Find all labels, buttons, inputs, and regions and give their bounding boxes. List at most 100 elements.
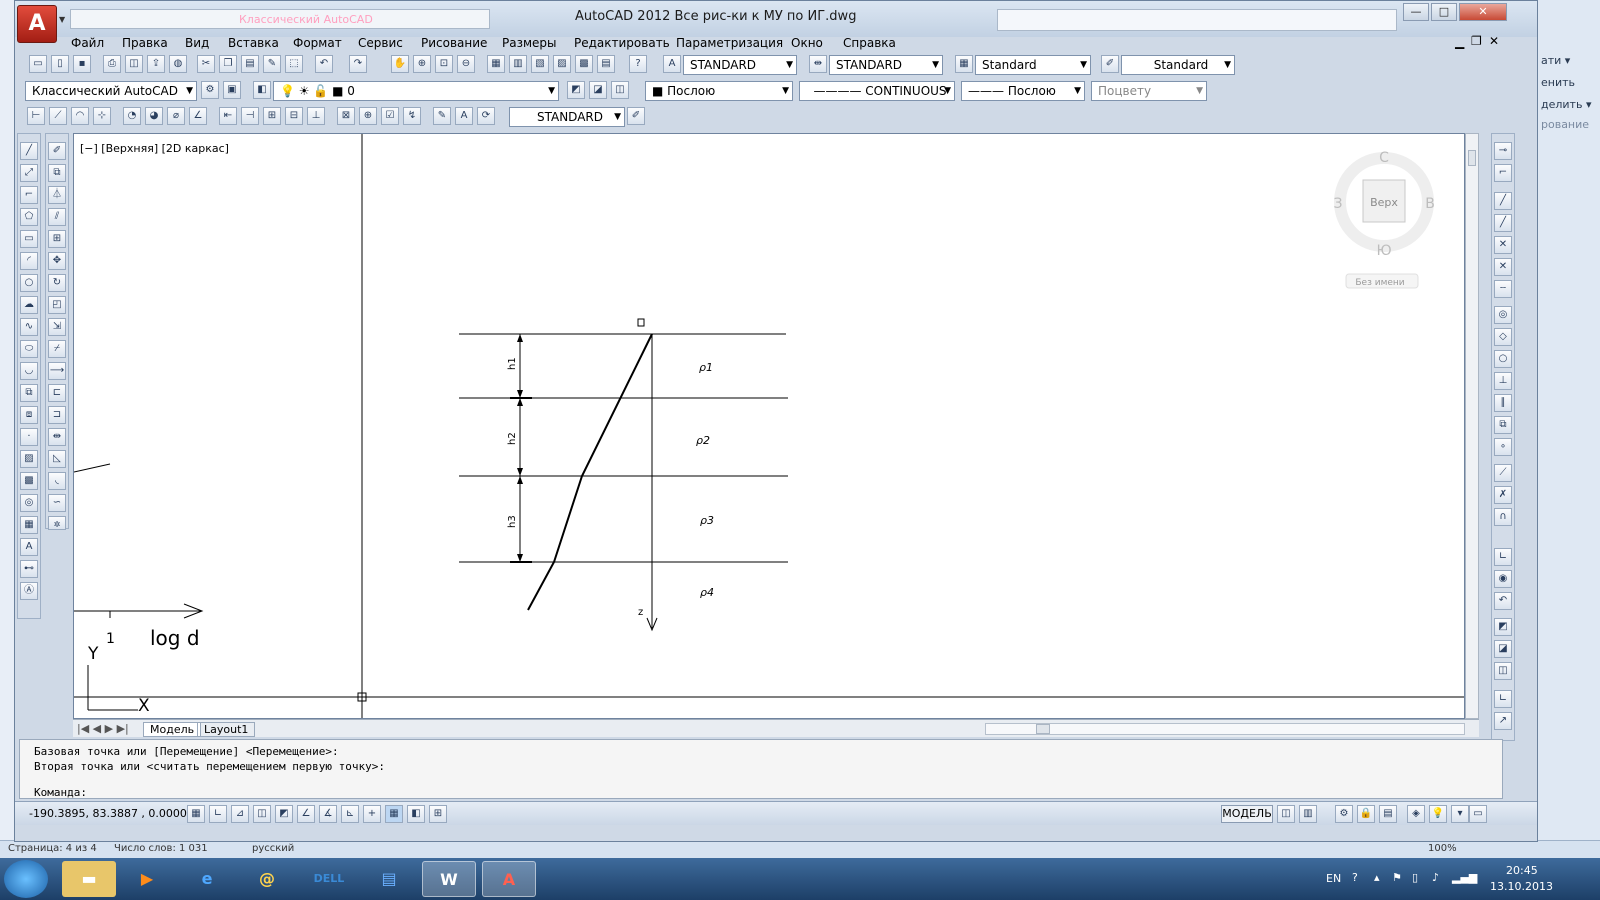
otrack-icon[interactable]: ∡ (319, 805, 337, 823)
zoom-realtime-icon[interactable]: ⊕ (413, 55, 431, 73)
move-icon[interactable]: ✥ (48, 252, 66, 270)
quick-view-layouts-icon[interactable]: ◫ (1277, 805, 1295, 823)
media-player-app-icon[interactable]: ▶ (120, 861, 174, 897)
save-app-icon[interactable]: ▤ (362, 861, 416, 897)
polygon-icon[interactable]: ⬠ (20, 208, 38, 226)
dim-update-icon[interactable]: ⟳ (477, 107, 495, 125)
offset-icon[interactable]: ⫽ (48, 208, 66, 226)
background-ribbon-item[interactable]: делить ▾ (1541, 98, 1591, 111)
menu-help[interactable]: Справка (843, 36, 896, 50)
word-app-icon[interactable]: W (422, 861, 476, 897)
gear-icon[interactable]: ⚙ (201, 81, 219, 99)
lock-icon[interactable]: 🔒 (1357, 805, 1375, 823)
text-style-select[interactable]: STANDARD ▼ (683, 55, 797, 75)
snap-tangent-icon[interactable]: ○ (1494, 350, 1512, 368)
point-icon[interactable]: · (20, 428, 38, 446)
dyn-input-icon[interactable]: + (363, 805, 381, 823)
make-block-icon[interactable]: ⧈ (20, 406, 38, 424)
snap-quadrant-icon[interactable]: ◇ (1494, 328, 1512, 346)
color-select[interactable]: ■ Послою ▼ (645, 81, 793, 101)
mleader-style-icon[interactable]: ✐ (1101, 55, 1119, 73)
status-menu-icon[interactable]: ▾ (1451, 805, 1469, 823)
gradient-icon[interactable]: ▩ (20, 472, 38, 490)
scale-icon[interactable]: ◰ (48, 296, 66, 314)
quickcalc-icon[interactable]: ▤ (597, 55, 615, 73)
region-icon[interactable]: ◎ (20, 494, 38, 512)
autocad-app-icon[interactable]: A (482, 861, 536, 897)
tolerance-icon[interactable]: ⊠ (337, 107, 355, 125)
new-file-icon[interactable]: ▭ (29, 55, 47, 73)
maximize-button[interactable]: □ (1431, 3, 1457, 21)
angular-dim-icon[interactable]: ∠ (189, 107, 207, 125)
match-properties-icon[interactable]: ✎ (263, 55, 281, 73)
polyline-icon[interactable]: ⌐ (20, 186, 38, 204)
workspace-settings-icon[interactable]: ▣ (223, 81, 241, 99)
hardware-acceleration-icon[interactable]: ▤ (1379, 805, 1397, 823)
ucs-object-icon[interactable]: ◪ (1494, 640, 1512, 658)
drawing-canvas[interactable]: [−] [Верхняя] [2D каркас] 1 log d Y X z … (73, 133, 1465, 719)
linear-dim-icon[interactable]: ⊢ (27, 107, 45, 125)
design-center-icon[interactable]: ▥ (509, 55, 527, 73)
spline-icon[interactable]: ∿ (20, 318, 38, 336)
snap-settings-icon[interactable]: ∩ (1494, 508, 1512, 526)
dell-app-icon[interactable]: DELL (302, 861, 356, 897)
join-icon[interactable]: ⇹ (48, 428, 66, 446)
block-editor-icon[interactable]: ⬚ (285, 55, 303, 73)
save-icon[interactable]: ▪ (73, 55, 91, 73)
signal-icon[interactable]: ▂▄▆ (1452, 871, 1477, 884)
layer-select[interactable]: 💡 ☀ 🔓 ■ 0 ▼ (273, 81, 559, 101)
snap-intersection-icon[interactable]: ╱ (1494, 214, 1512, 232)
scroll-thumb[interactable] (1468, 150, 1476, 166)
ucs-zaxis-icon[interactable]: ↗ (1494, 712, 1512, 730)
ellipse-icon[interactable]: ⬭ (20, 340, 38, 358)
fillet-icon[interactable]: ◟ (48, 472, 66, 490)
ucs-origin-icon[interactable]: ∟ (1494, 690, 1512, 708)
snap-extension-line-icon[interactable]: ┄ (1494, 280, 1512, 298)
dim-style-select[interactable]: STANDARD ▼ (829, 55, 943, 75)
text-style-icon[interactable]: A (663, 55, 681, 73)
menu-window[interactable]: Окно (791, 36, 823, 50)
lineweight-toggle-icon[interactable]: ▦ (385, 805, 403, 823)
table-style-icon[interactable]: ▦ (955, 55, 973, 73)
dim-style-manager-icon[interactable]: ✐ (627, 107, 645, 125)
start-button[interactable] (4, 860, 48, 898)
ellipse-arc-icon[interactable]: ◡ (20, 362, 38, 380)
rotate-icon[interactable]: ↻ (48, 274, 66, 292)
jogged-linear-icon[interactable]: ↯ (403, 107, 421, 125)
tab-model[interactable]: Модель (143, 722, 202, 737)
table-style-select[interactable]: Standard ▼ (975, 55, 1091, 75)
snap-mode-icon[interactable]: ▦ (187, 805, 205, 823)
clean-screen-icon[interactable]: ▭ (1469, 805, 1487, 823)
snap-apparent-icon[interactable]: ✕ (1494, 236, 1512, 254)
3d-osnap-icon[interactable]: ∠ (297, 805, 315, 823)
menu-parametric[interactable]: Параметризация (676, 36, 783, 50)
help-icon[interactable]: ? (1352, 871, 1358, 884)
center-mark-icon[interactable]: ⊕ (359, 107, 377, 125)
open-icon[interactable]: ▯ (51, 55, 69, 73)
add-selected-icon[interactable]: ⊷ (20, 560, 38, 578)
table-icon[interactable]: ▦ (20, 516, 38, 534)
dim-style-icon[interactable]: ⇹ (809, 55, 827, 73)
break-icon[interactable]: ⊐ (48, 406, 66, 424)
horizontal-scrollbar[interactable] (985, 723, 1465, 735)
snap-perpendicular-icon[interactable]: ⊥ (1494, 372, 1512, 390)
insert-block-icon[interactable]: ⧉ (20, 384, 38, 402)
copy-object-icon[interactable]: ⧉ (48, 164, 66, 182)
snap-insert-icon[interactable]: ⧉ (1494, 416, 1512, 434)
dim-text-edit-icon[interactable]: A (455, 107, 473, 125)
snap-nearest-icon[interactable]: ⟋ (1494, 464, 1512, 482)
transparency-icon[interactable]: ◧ (407, 805, 425, 823)
snap-center-icon[interactable]: ◎ (1494, 306, 1512, 324)
quick-dim-icon[interactable]: ⇤ (219, 107, 237, 125)
snap-endpoint-icon[interactable]: ⊸ (1494, 142, 1512, 160)
gear-icon[interactable]: ⚙ (1335, 805, 1353, 823)
internet-explorer-app-icon[interactable]: e (180, 861, 234, 897)
volume-icon[interactable]: ♪ (1432, 871, 1439, 884)
snap-from-icon[interactable]: ⌐ (1494, 164, 1512, 182)
erase-icon[interactable]: ✐ (48, 142, 66, 160)
snap-midpoint-icon[interactable]: ╱ (1494, 192, 1512, 210)
hatch-icon[interactable]: ▨ (20, 450, 38, 468)
network-icon[interactable]: ▴ (1374, 871, 1380, 884)
menu-modify[interactable]: Редактировать (574, 36, 670, 50)
snap-none-icon[interactable]: ✗ (1494, 486, 1512, 504)
